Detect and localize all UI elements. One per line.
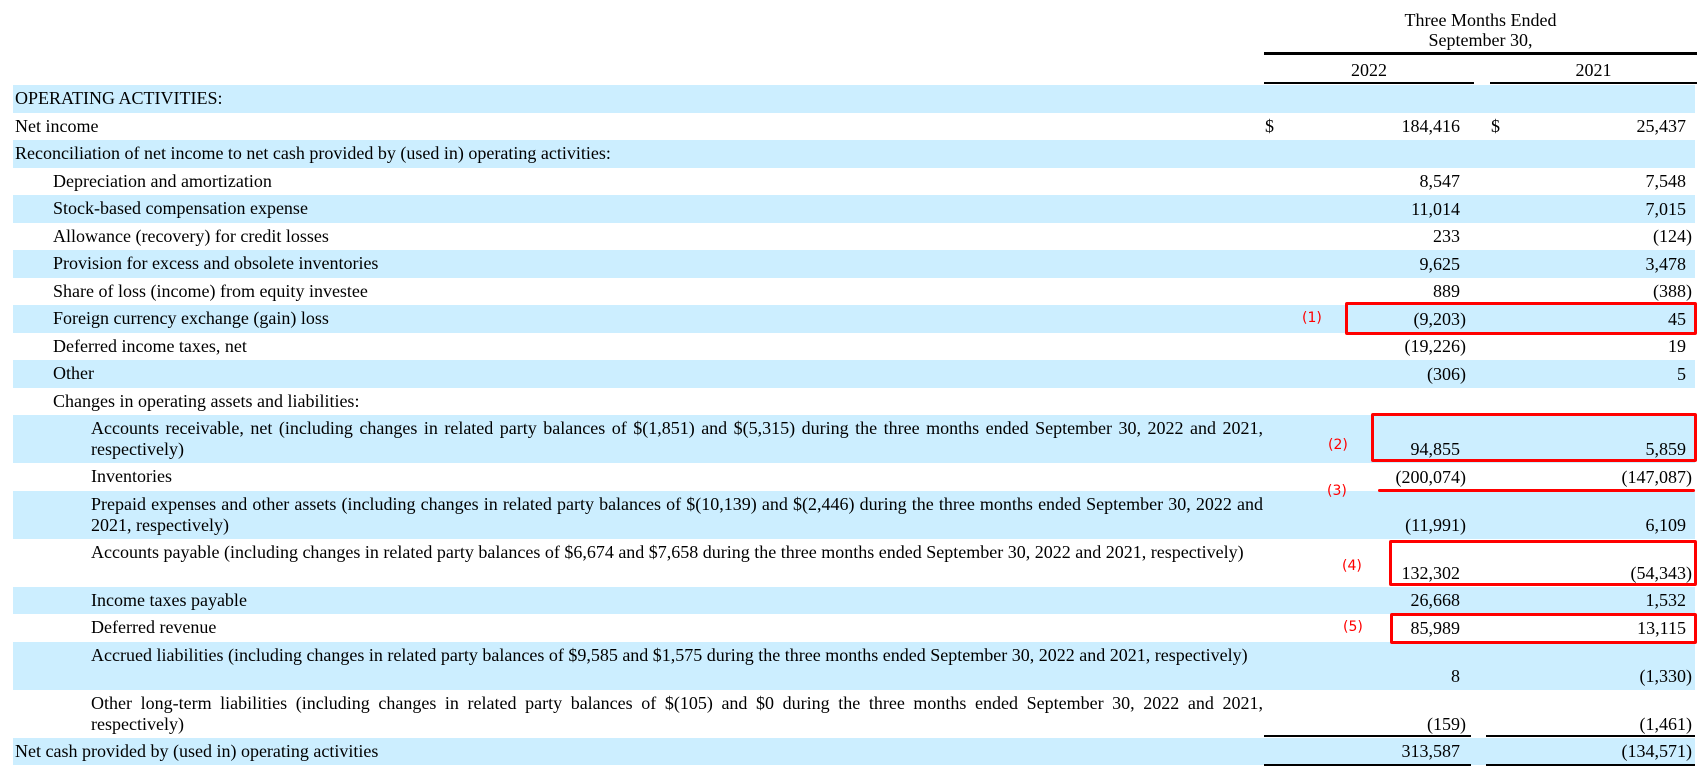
column-header-2022: 2022 [1351, 60, 1387, 80]
row-label: Net income [15, 115, 99, 136]
row-label: Accounts receivable, net (including chan… [91, 418, 1263, 459]
total-rule-bottom-2022 [1264, 764, 1471, 766]
value-2022: (159) [1427, 713, 1466, 734]
value-2021: (147,087) [1621, 466, 1693, 487]
value-2022: 889 [1433, 281, 1460, 301]
row-label: Depreciation and amortization [53, 170, 272, 191]
value-2021: 3,478 [1645, 253, 1687, 274]
highlight-box-4 [1389, 540, 1697, 586]
value-2021: 19 [1668, 336, 1686, 356]
value-2021: (1,330) [1639, 665, 1693, 686]
annotation-label-2: (2) [1328, 437, 1348, 453]
value-2021: 6,109 [1645, 514, 1687, 535]
value-2021: 5 [1677, 363, 1686, 384]
row-label: Share of loss (income) from equity inves… [53, 280, 368, 301]
table-row: Net income $ $184,416 25,437 [13, 113, 1695, 141]
value-2022: 26,668 [1410, 590, 1461, 610]
table-row: Inventories (200,074) (147,087) [13, 463, 1695, 491]
highlight-box-5 [1390, 613, 1697, 644]
value-2022: 313,587 [1401, 741, 1461, 761]
row-label: Deferred income taxes, net [53, 335, 247, 356]
total-rule-bottom-2021 [1486, 764, 1695, 766]
value-2022: 184,416 [1401, 116, 1461, 136]
row-label: Income taxes payable [91, 589, 247, 610]
value-2022: (200,074) [1395, 466, 1467, 487]
annotation-label-1: (1) [1302, 310, 1322, 326]
row-label: Foreign currency exchange (gain) loss [53, 308, 329, 328]
table-row: Stock-based compensation expense 11,014 7,… [13, 195, 1695, 223]
value-2022: (306) [1427, 363, 1466, 384]
row-label: Reconciliation of net income to net cash… [15, 143, 611, 163]
table-row: Other long-term liabilities (including c… [13, 690, 1695, 738]
row-label: Net cash provided by (used in) operating… [15, 740, 379, 761]
table-row: OPERATING ACTIVITIES: [13, 85, 1695, 113]
annotation-label-5: (5) [1343, 619, 1363, 635]
value-2021: (124) [1653, 226, 1692, 246]
table-row: Net cash provided by (used in) operating… [13, 737, 1695, 765]
table-row: Income taxes payable 26,668 1,532 [13, 586, 1695, 614]
annotation-label-3: (3) [1327, 483, 1347, 499]
header-rule [1264, 52, 1697, 55]
value-2022: 9,625 [1419, 253, 1461, 274]
annotation-label-4: (4) [1342, 558, 1362, 574]
row-label: Prepaid expenses and other assets (inclu… [91, 493, 1263, 535]
value-2021: (134,571) [1621, 741, 1693, 761]
row-label: Stock-based compensation expense [53, 198, 308, 218]
total-rule-top-2021 [1486, 735, 1695, 737]
table-row: Changes in operating assets and liabilit… [13, 388, 1695, 416]
value-2022: 8,547 [1419, 171, 1461, 191]
table-row: Allowance (recovery) for credit losses 23… [13, 223, 1695, 251]
value-2022: 233 [1433, 226, 1460, 246]
table-row: Depreciation and amortization 8,547 7,548 [13, 168, 1695, 196]
value-2021: 7,548 [1645, 171, 1687, 191]
table-row: Deferred income taxes, net (19,226) 19 [13, 333, 1695, 361]
value-2022: (19,226) [1404, 336, 1467, 356]
value-2021: 7,015 [1645, 198, 1687, 219]
value-2022: 8 [1451, 665, 1460, 686]
currency-symbol-2022: $ [1265, 116, 1274, 136]
total-rule-top-2022 [1264, 735, 1471, 737]
table-row: Reconciliation of net income to net cash… [13, 140, 1695, 168]
row-label: OPERATING ACTIVITIES: [15, 88, 223, 108]
year-rule-2021 [1490, 82, 1697, 84]
row-label: Accounts payable (including changes in r… [91, 541, 1244, 562]
value-2021: 1,532 [1645, 590, 1687, 610]
table-row: Other (306) 5 [13, 360, 1695, 388]
table-row: Prepaid expenses and other assets (inclu… [13, 490, 1695, 539]
value-2022: 11,014 [1411, 198, 1460, 219]
row-label: Inventories [91, 466, 172, 486]
row-label: Changes in operating assets and liabilit… [53, 390, 360, 411]
value-2021: (388) [1653, 281, 1692, 301]
currency-symbol-2021: $ [1491, 116, 1500, 136]
year-rule-2022 [1264, 82, 1474, 84]
row-label: Accrued liabilities (including changes i… [91, 644, 1248, 665]
table-row: Share of loss (income) from equity inves… [13, 278, 1695, 306]
row-label: Deferred revenue [91, 617, 217, 637]
row-label: Other long-term liabilities (including c… [91, 692, 1263, 734]
column-header-2021: 2021 [1575, 60, 1612, 80]
column-header-period-line1: Three Months Ended [1404, 10, 1557, 30]
row-label: Allowance (recovery) for credit losses [53, 225, 329, 246]
table-row: Accrued liabilities (including changes i… [13, 641, 1695, 690]
column-header-period-line2: September 30, [1428, 30, 1533, 50]
highlight-box-1 [1345, 302, 1697, 335]
row-label: Provision for excess and obsolete invent… [53, 253, 379, 273]
value-2021: 25,437 [1636, 116, 1687, 136]
highlight-underline-3 [1378, 489, 1695, 492]
value-2022: (11,991) [1405, 514, 1466, 535]
value-2021: (1,461) [1639, 713, 1693, 734]
table-row: Provision for excess and obsolete invent… [13, 250, 1695, 278]
row-label: Other [53, 363, 94, 383]
highlight-box-2 [1371, 413, 1697, 462]
